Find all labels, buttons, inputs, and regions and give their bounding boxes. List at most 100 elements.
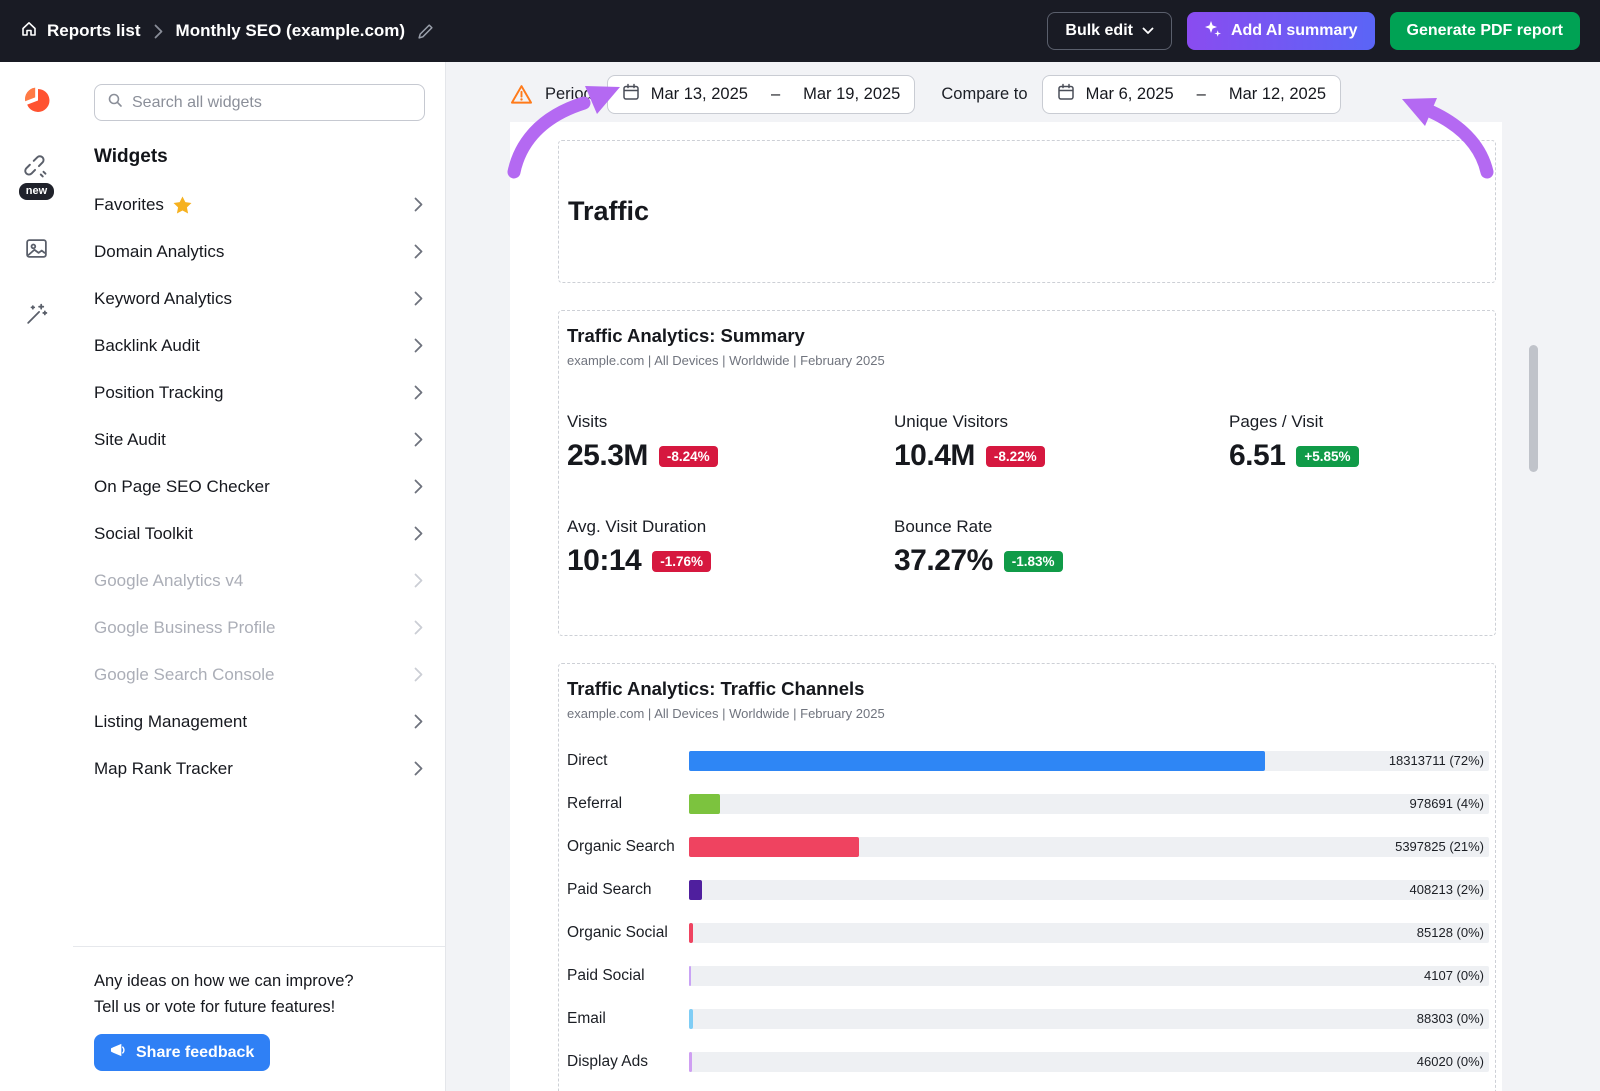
- channel-label: Referral: [567, 795, 689, 813]
- channel-bar-track: 4107 (0%): [689, 966, 1489, 986]
- chevron-right-icon: [414, 526, 423, 541]
- new-badge: new: [19, 183, 54, 200]
- sidebar-item-site-audit[interactable]: Site Audit: [73, 416, 445, 463]
- share-feedback-label: Share feedback: [136, 1044, 254, 1062]
- channel-bar-track: 978691 (4%): [689, 794, 1489, 814]
- channel-value: 88303 (0%): [1417, 1009, 1484, 1029]
- compare-start-date: Mar 6, 2025: [1086, 85, 1174, 104]
- chevron-right-icon: [414, 573, 423, 588]
- breadcrumb-chevron-icon: [154, 24, 163, 39]
- sidebar-item-map-rank-tracker[interactable]: Map Rank Tracker: [73, 745, 445, 792]
- add-ai-summary-button[interactable]: Add AI summary: [1187, 12, 1375, 50]
- breadcrumb-label: Reports list: [47, 21, 141, 41]
- channel-row-display-ads: Display Ads 46020 (0%): [567, 1040, 1489, 1083]
- sidebar-item-google-search-console[interactable]: Google Search Console: [73, 651, 445, 698]
- compare-date-picker[interactable]: Mar 6, 2025 – Mar 12, 2025: [1042, 75, 1341, 114]
- channel-row-email: Email 88303 (0%): [567, 997, 1489, 1040]
- widget-search-box[interactable]: [94, 84, 425, 121]
- channel-bar-track: 5397825 (21%): [689, 837, 1489, 857]
- sidebar-item-position-tracking[interactable]: Position Tracking: [73, 369, 445, 416]
- chevron-right-icon: [414, 432, 423, 447]
- calendar-icon: [1057, 83, 1075, 106]
- channel-value: 46020 (0%): [1417, 1052, 1484, 1072]
- sidebar-item-listing-management[interactable]: Listing Management: [73, 698, 445, 745]
- channel-value: 18313711 (72%): [1389, 751, 1484, 771]
- metric-avg-visit-duration: Avg. Visit Duration 10:14 -1.76%: [567, 517, 894, 578]
- generate-pdf-label: Generate PDF report: [1407, 22, 1563, 40]
- period-date-picker[interactable]: Mar 13, 2025 – Mar 19, 2025: [607, 75, 916, 114]
- channels-widget-title: Traffic Analytics: Traffic Channels: [567, 678, 1489, 700]
- channel-bar: [689, 923, 693, 943]
- range-separator: –: [771, 85, 780, 104]
- share-feedback-button[interactable]: Share feedback: [94, 1034, 270, 1071]
- widgets-sidebar: Widgets Favorites Domain Analytics Keywo…: [73, 62, 446, 1091]
- metric-delta-badge: -1.76%: [652, 551, 711, 572]
- rail-images-tab[interactable]: [24, 236, 49, 266]
- traffic-section-title: Traffic: [568, 196, 649, 227]
- feedback-line-2: Tell us or vote for future features!: [94, 998, 335, 1016]
- report-builder-page: Reports list Monthly SEO (example.com) B…: [0, 0, 1600, 1091]
- channel-bar-track: 85128 (0%): [689, 923, 1489, 943]
- metric-delta-badge: -8.22%: [986, 446, 1045, 467]
- period-label: Period: [545, 85, 593, 104]
- widgets-heading: Widgets: [94, 146, 445, 168]
- left-icon-rail: new: [0, 62, 73, 1091]
- feedback-line-1: Any ideas on how we can improve?: [94, 972, 354, 990]
- megaphone-icon: [110, 1042, 127, 1063]
- channel-row-direct: Direct 18313711 (72%): [567, 739, 1489, 782]
- rail-widgets-tab[interactable]: [23, 86, 51, 119]
- vertical-scrollbar-thumb[interactable]: [1529, 345, 1538, 472]
- compare-end-date: Mar 12, 2025: [1229, 85, 1326, 104]
- sidebar-item-google-analytics-v4[interactable]: Google Analytics v4: [73, 557, 445, 604]
- sidebar-item-google-business-profile[interactable]: Google Business Profile: [73, 604, 445, 651]
- rail-integrations-tab[interactable]: new: [19, 155, 54, 200]
- add-ai-summary-label: Add AI summary: [1231, 22, 1358, 40]
- rail-ai-tools-tab[interactable]: [24, 302, 49, 332]
- sidebar-item-label: Keyword Analytics: [94, 289, 232, 309]
- search-input[interactable]: [132, 94, 412, 112]
- compare-to-label: Compare to: [941, 85, 1027, 104]
- sidebar-item-label: Position Tracking: [94, 383, 223, 403]
- channel-label: Paid Social: [567, 967, 689, 985]
- period-end-date: Mar 19, 2025: [803, 85, 900, 104]
- sidebar-item-on-page-seo-checker[interactable]: On Page SEO Checker: [73, 463, 445, 510]
- breadcrumb-reports-list[interactable]: Reports list: [20, 20, 141, 43]
- channel-bar-track: 408213 (2%): [689, 880, 1489, 900]
- sidebar-item-domain-analytics[interactable]: Domain Analytics: [73, 228, 445, 275]
- broken-link-icon: [24, 155, 50, 186]
- metric-delta-badge: -8.24%: [659, 446, 718, 467]
- sidebar-item-label: On Page SEO Checker: [94, 477, 270, 497]
- top-bar: Reports list Monthly SEO (example.com) B…: [0, 0, 1600, 62]
- summary-widget-subtitle: example.com | All Devices | Worldwide | …: [567, 353, 1487, 368]
- generate-pdf-report-button[interactable]: Generate PDF report: [1390, 12, 1580, 50]
- chevron-right-icon: [414, 244, 423, 259]
- channel-label: Organic Search: [567, 838, 689, 856]
- calendar-icon: [622, 83, 640, 106]
- chevron-right-icon: [414, 385, 423, 400]
- channel-bar: [689, 966, 691, 986]
- sidebar-item-keyword-analytics[interactable]: Keyword Analytics: [73, 275, 445, 322]
- sidebar-item-favorites[interactable]: Favorites: [73, 181, 445, 228]
- sidebar-item-backlink-audit[interactable]: Backlink Audit: [73, 322, 445, 369]
- metric-value: 25.3M: [567, 439, 648, 473]
- channel-value: 85128 (0%): [1417, 923, 1484, 943]
- star-icon: [173, 196, 192, 214]
- channel-bar: [689, 1052, 692, 1072]
- bulk-edit-button[interactable]: Bulk edit: [1047, 12, 1172, 50]
- search-icon: [107, 92, 123, 113]
- channel-bar: [689, 1009, 693, 1029]
- channel-bar-track: 18313711 (72%): [689, 751, 1489, 771]
- metric-label: Bounce Rate: [894, 517, 1229, 537]
- sidebar-item-label: Backlink Audit: [94, 336, 200, 356]
- traffic-section-widget[interactable]: Traffic: [558, 140, 1496, 283]
- metric-pages-per-visit: Pages / Visit 6.51 +5.85%: [1229, 412, 1487, 473]
- traffic-channels-widget[interactable]: Traffic Analytics: Traffic Channels exam…: [558, 663, 1496, 1091]
- metric-value: 10.4M: [894, 439, 975, 473]
- channel-row-paid-social: Paid Social 4107 (0%): [567, 954, 1489, 997]
- channel-bar: [689, 794, 720, 814]
- chevron-down-icon: [1142, 22, 1154, 40]
- edit-title-pencil-icon[interactable]: [417, 23, 434, 40]
- traffic-summary-widget[interactable]: Traffic Analytics: Summary example.com |…: [558, 310, 1496, 636]
- date-toolbar: Period Mar 13, 2025 – Mar 19, 2025 Compa…: [510, 74, 1341, 114]
- sidebar-item-social-toolkit[interactable]: Social Toolkit: [73, 510, 445, 557]
